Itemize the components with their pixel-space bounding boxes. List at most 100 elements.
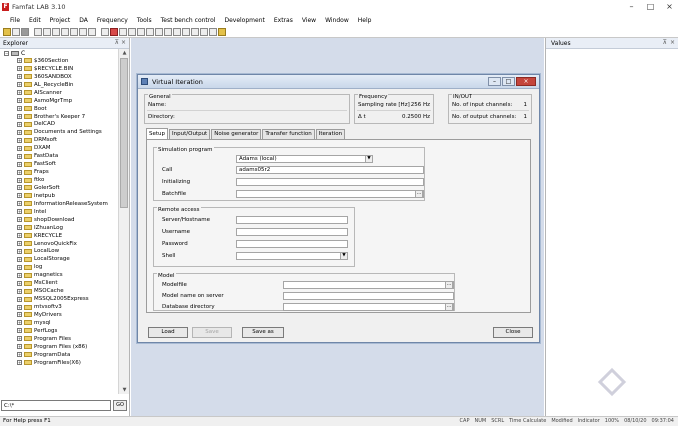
dialog-minimize-button[interactable]: – — [488, 77, 501, 86]
collapse-icon[interactable]: − — [4, 50, 9, 56]
pin-icon[interactable]: ⊼ — [115, 39, 119, 46]
expand-icon[interactable]: + — [17, 106, 22, 112]
tree-item[interactable]: + Brother's Keeper 7 — [0, 113, 118, 121]
tree-item[interactable]: + Boot — [0, 105, 118, 113]
values-pin-icon[interactable]: ⊼ — [663, 39, 667, 46]
username-input[interactable] — [236, 228, 348, 236]
expand-icon[interactable]: + — [17, 153, 22, 159]
expand-icon[interactable]: + — [17, 137, 22, 143]
menu-da[interactable]: DA — [79, 17, 88, 24]
tree-item[interactable]: + Fraps — [0, 168, 118, 176]
shell-chevron-down-icon[interactable]: ▼ — [340, 253, 347, 259]
table-icon[interactable] — [182, 27, 190, 36]
batchfile-browse-button[interactable]: ... — [415, 190, 423, 198]
expand-icon[interactable]: + — [17, 114, 22, 120]
batchfile-input[interactable]: ... — [236, 190, 424, 198]
tree-item[interactable]: + AL_RecycleBin — [0, 81, 118, 89]
expand-icon[interactable]: + — [17, 90, 22, 96]
expand-icon[interactable]: + — [17, 145, 22, 151]
explorer-scrollbar[interactable]: ▲ ▼ — [118, 49, 129, 394]
tree-item[interactable]: + LocalStorage — [0, 255, 118, 263]
dialog-close-text-button[interactable]: Close — [493, 327, 533, 338]
menu-extras[interactable]: Extras — [274, 17, 293, 24]
menu-development[interactable]: Development — [224, 17, 264, 24]
chevron-down-icon[interactable]: ▼ — [365, 156, 372, 162]
menu-frequency[interactable]: Frequency — [97, 17, 128, 24]
graph-icon[interactable] — [128, 27, 136, 36]
paste-icon[interactable] — [52, 27, 60, 36]
tree-item[interactable]: + AsmoMgrTmp — [0, 97, 118, 105]
expand-icon[interactable]: + — [17, 336, 22, 342]
tab-transfer-function[interactable]: Transfer function — [262, 129, 315, 139]
zoom-fit-icon[interactable] — [79, 27, 87, 36]
menu-test-bench-control[interactable]: Test bench control — [161, 17, 216, 24]
tree-item[interactable]: + mtvsoftv3 — [0, 303, 118, 311]
matrix-icon[interactable] — [164, 27, 172, 36]
expand-icon[interactable]: + — [17, 328, 22, 334]
expand-icon[interactable]: + — [17, 161, 22, 167]
tree-item[interactable]: + KRECYCLE — [0, 232, 118, 240]
cut-icon[interactable] — [34, 27, 42, 36]
tree-item[interactable]: + GolerSoft — [0, 184, 118, 192]
expand-icon[interactable]: + — [17, 217, 22, 223]
call-input[interactable]: adams05r2 — [236, 166, 424, 174]
tree-item[interactable]: + Program Files — [0, 335, 118, 343]
path-input[interactable] — [1, 400, 111, 411]
tree-item[interactable]: + ftko — [0, 176, 118, 184]
tree-item[interactable]: + $360Section — [0, 57, 118, 65]
tree-item[interactable]: + IZhuanLog — [0, 224, 118, 232]
menu-help[interactable]: Help — [358, 17, 372, 24]
tree-item[interactable]: + magnetics — [0, 271, 118, 279]
scroll-thumb[interactable] — [120, 58, 128, 208]
expand-icon[interactable]: + — [17, 233, 22, 239]
model-name-server-input[interactable] — [283, 292, 454, 300]
dialog-close-button[interactable]: × — [516, 77, 536, 86]
tree-item[interactable]: + FastData — [0, 152, 118, 160]
load-button[interactable]: Load — [148, 327, 188, 338]
tree-item[interactable]: + inetpub — [0, 192, 118, 200]
tree-item[interactable]: + shopDownload — [0, 216, 118, 224]
tree-item[interactable]: + DelCAD — [0, 121, 118, 129]
menu-edit[interactable]: Edit — [29, 17, 41, 24]
waveform-icon[interactable] — [146, 27, 154, 36]
maximize-button[interactable]: □ — [646, 1, 655, 12]
menu-tools[interactable]: Tools — [137, 17, 152, 24]
tree-item[interactable]: + LocalLow — [0, 248, 118, 256]
save-as-button[interactable]: Save as — [242, 327, 284, 338]
menu-project[interactable]: Project — [50, 17, 71, 24]
close-button[interactable]: × — [665, 1, 674, 12]
expand-icon[interactable]: + — [17, 320, 22, 326]
dialog-title-bar[interactable]: Virtual Iteration – □ × — [138, 75, 539, 89]
zoom-out-icon[interactable] — [70, 27, 78, 36]
modelfile-input[interactable]: ... — [283, 281, 454, 289]
expand-icon[interactable]: + — [17, 344, 22, 350]
tree-item[interactable]: + FastSoft — [0, 160, 118, 168]
filter-icon[interactable] — [137, 27, 145, 36]
expand-icon[interactable]: + — [17, 225, 22, 231]
new-file-icon[interactable] — [12, 27, 20, 36]
tab-setup[interactable]: Setup — [146, 128, 169, 139]
spectrum-icon[interactable] — [155, 27, 163, 36]
tree-item[interactable]: + Program Files (x86) — [0, 343, 118, 351]
program-select[interactable]: Adams (local) ▼ — [236, 155, 373, 163]
scroll-down-icon[interactable]: ▼ — [120, 386, 129, 394]
expand-icon[interactable]: + — [17, 264, 22, 270]
tree-item[interactable]: + MyDrivers — [0, 311, 118, 319]
undo-icon[interactable] — [101, 27, 109, 36]
tree-item[interactable]: + $RECYCLE.BIN — [0, 65, 118, 73]
tree-item[interactable]: + MSSQL2005Express — [0, 295, 118, 303]
expand-icon[interactable]: + — [17, 312, 22, 318]
tree-item[interactable]: + LenovoQuickFix — [0, 240, 118, 248]
tree-item[interactable]: + PerfLogs — [0, 327, 118, 335]
tab-input-output[interactable]: Input/Output — [169, 129, 211, 139]
tree-item[interactable]: + AIScanner — [0, 89, 118, 97]
initializing-input[interactable] — [236, 178, 424, 186]
tree-item[interactable]: + mysql — [0, 319, 118, 327]
info-icon[interactable] — [209, 27, 217, 36]
values-close-icon[interactable]: × — [670, 39, 675, 46]
tree-item[interactable]: + ProgramFiles(X6) — [0, 359, 118, 367]
record-icon[interactable] — [110, 27, 118, 36]
expand-icon[interactable]: + — [17, 272, 22, 278]
tree-item[interactable]: + InformationReleaseSystem — [0, 200, 118, 208]
expand-icon[interactable]: + — [17, 352, 22, 358]
